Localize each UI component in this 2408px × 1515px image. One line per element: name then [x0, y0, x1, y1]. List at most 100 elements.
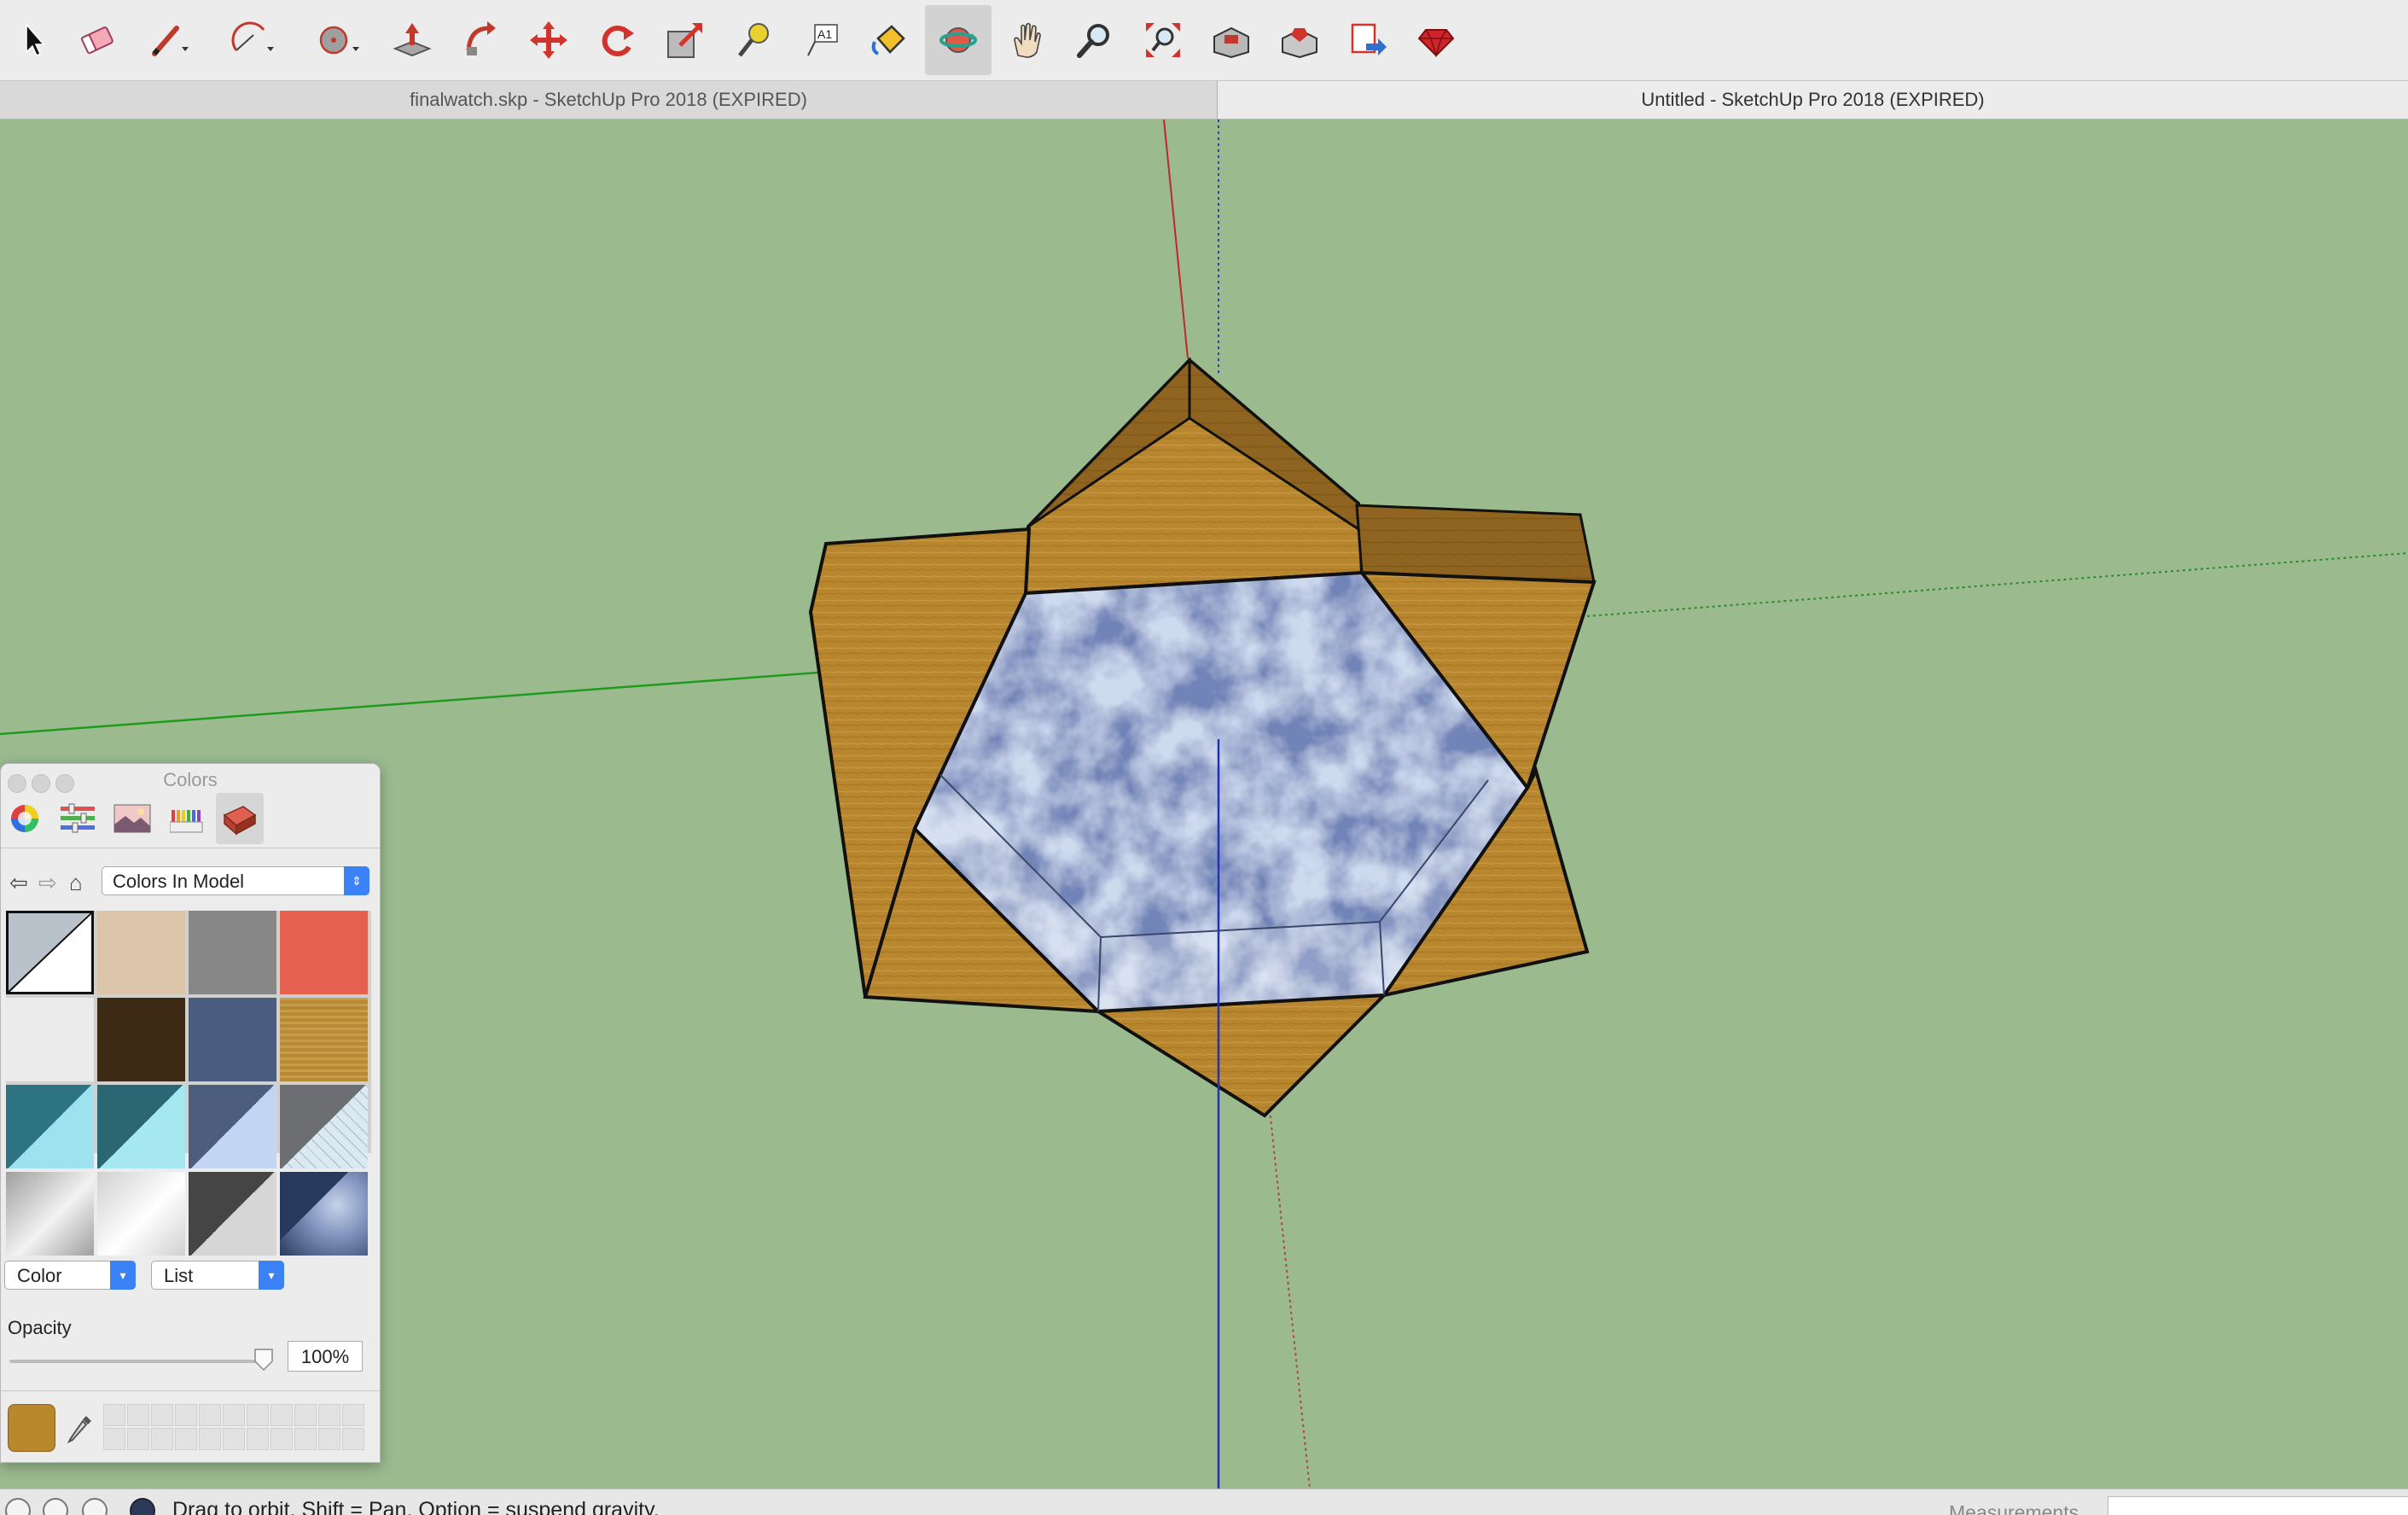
favorite-slot[interactable] [318, 1428, 340, 1450]
tool-shapes[interactable] [304, 5, 370, 75]
crayons-tab[interactable] [163, 793, 211, 844]
favorite-slot[interactable] [175, 1404, 197, 1426]
favorite-swatches[interactable] [103, 1404, 364, 1450]
ruby-console-icon [1417, 29, 1455, 58]
credits-icon[interactable] [43, 1498, 68, 1515]
swatch-tan[interactable] [97, 911, 185, 994]
tool-extension-warehouse[interactable] [1266, 5, 1333, 75]
tool-line[interactable] [133, 5, 200, 75]
forward-arrow-icon[interactable]: ⇨ [38, 870, 57, 896]
tool-pan[interactable] [993, 5, 1060, 75]
view-mode-dropdown[interactable]: List ▾ [151, 1261, 284, 1290]
palette-select[interactable]: Colors In Model ⇕ [102, 866, 369, 895]
favorite-slot[interactable] [103, 1404, 125, 1426]
swatch-teal-glass-2[interactable] [97, 1085, 185, 1168]
color-sliders-tab[interactable] [54, 793, 102, 844]
swatch-charcoal[interactable] [189, 1172, 276, 1256]
favorite-slot[interactable] [127, 1404, 149, 1426]
status-hint: Drag to orbit. Shift = Pan, Option = sus… [172, 1498, 660, 1515]
favorite-slot[interactable] [223, 1428, 245, 1450]
favorite-slot[interactable] [247, 1404, 269, 1426]
tool-text[interactable]: A1 [788, 5, 855, 75]
home-icon[interactable]: ⌂ [69, 870, 83, 896]
colors-panel: Colors ⇦ ⇨ ⌂ Colors In Model ⇕ Color ▾ L… [0, 763, 381, 1463]
toolbar: A1 [0, 0, 2408, 81]
zoom-icon [1077, 24, 1109, 58]
image-palette-tab[interactable] [108, 793, 156, 844]
swatch-chrome[interactable] [97, 1172, 185, 1256]
tool-move[interactable] [515, 5, 582, 75]
favorite-slot[interactable] [151, 1428, 173, 1450]
zoom-extents-icon [1146, 23, 1180, 57]
watch-model[interactable] [808, 357, 1597, 1118]
tool-tape-measure[interactable] [720, 5, 787, 75]
scale-icon [667, 23, 702, 58]
swatch-blue-glass[interactable] [189, 1085, 276, 1168]
favorite-slot[interactable] [247, 1428, 269, 1450]
tool-follow-me[interactable] [447, 5, 514, 75]
instructor-icon[interactable] [130, 1498, 155, 1515]
tool-orbit[interactable] [925, 5, 992, 75]
tool-select[interactable] [0, 5, 67, 75]
tool-rotate[interactable] [584, 5, 650, 75]
send-to-layout-icon [1351, 23, 1387, 55]
tab-finalwatch[interactable]: finalwatch.skp - SketchUp Pro 2018 (EXPI… [0, 81, 1218, 119]
opacity-input[interactable]: 100% [288, 1341, 363, 1372]
favorite-slot[interactable] [294, 1428, 317, 1450]
materials-tab[interactable] [216, 793, 264, 844]
tool-scale[interactable] [652, 5, 718, 75]
palette-select-value: Colors In Model [113, 871, 245, 892]
swatch-default-material[interactable] [6, 911, 94, 994]
favorite-slot[interactable] [270, 1428, 293, 1450]
eyedropper-icon[interactable] [62, 1411, 96, 1448]
tool-paint-bucket[interactable] [857, 5, 923, 75]
favorite-slot[interactable] [223, 1404, 245, 1426]
opacity-slider[interactable] [9, 1360, 265, 1363]
geolocation-icon[interactable] [5, 1498, 31, 1515]
favorite-slot[interactable] [199, 1428, 221, 1450]
rotate-icon [602, 26, 634, 56]
favorite-slot[interactable] [175, 1428, 197, 1450]
measurements-input[interactable] [2108, 1496, 2408, 1515]
move-icon [530, 21, 567, 59]
tool-warehouse[interactable] [1198, 5, 1265, 75]
favorite-slot[interactable] [294, 1404, 317, 1426]
favorite-slot[interactable] [103, 1428, 125, 1450]
tool-eraser[interactable] [64, 5, 131, 75]
swatch-slate-blue[interactable] [189, 998, 276, 1081]
color-wheel-tab[interactable] [1, 793, 49, 844]
favorite-slot[interactable] [270, 1404, 293, 1426]
color-mode-dropdown[interactable]: Color ▾ [4, 1261, 136, 1290]
swatch-teal-glass[interactable] [6, 1085, 94, 1168]
favorite-slot[interactable] [199, 1404, 221, 1426]
swatch-gray[interactable] [189, 911, 276, 994]
user-icon[interactable] [82, 1498, 108, 1515]
current-color-well[interactable] [8, 1404, 55, 1452]
favorite-slot[interactable] [342, 1428, 364, 1450]
tool-zoom-extents[interactable] [1130, 5, 1196, 75]
panel-title: Colors [163, 769, 218, 790]
tool-push-pull[interactable] [379, 5, 445, 75]
tool-ruby-console[interactable] [1403, 5, 1469, 75]
favorite-slot[interactable] [127, 1428, 149, 1450]
back-arrow-icon[interactable]: ⇦ [9, 870, 28, 896]
color-mode-value: Color [17, 1265, 62, 1286]
swatch-silver[interactable] [6, 1172, 94, 1256]
shape-icon [319, 26, 359, 55]
swatch-wood[interactable] [280, 998, 368, 1081]
svg-text:A1: A1 [817, 27, 832, 41]
swatch-sky[interactable] [280, 1172, 368, 1256]
swatch-coral[interactable] [280, 911, 368, 994]
favorite-slot[interactable] [318, 1404, 340, 1426]
tool-zoom[interactable] [1061, 5, 1128, 75]
tool-send-to-layout[interactable] [1335, 5, 1401, 75]
swatch-dark-brown[interactable] [97, 998, 185, 1081]
tool-arc[interactable] [218, 5, 285, 75]
favorite-slot[interactable] [151, 1404, 173, 1426]
view-mode-value: List [164, 1265, 194, 1286]
opacity-slider-thumb[interactable] [253, 1348, 274, 1372]
swatch-off-white[interactable] [6, 998, 94, 1081]
tab-untitled[interactable]: Untitled - SketchUp Pro 2018 (EXPIRED) [1218, 81, 2408, 119]
swatch-metal-mesh[interactable] [280, 1085, 368, 1168]
favorite-slot[interactable] [342, 1404, 364, 1426]
